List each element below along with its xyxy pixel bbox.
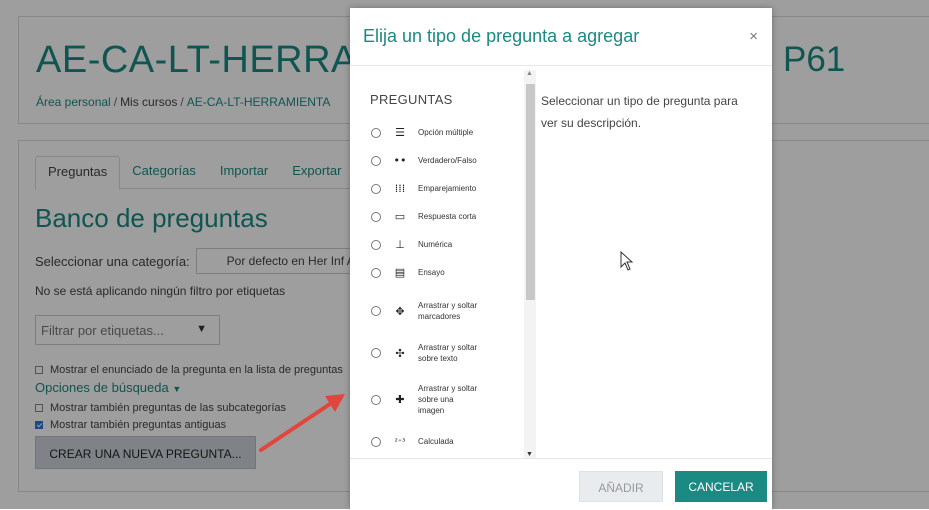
dots-icon: •• — [393, 154, 407, 167]
qtype-multichoice[interactable]: ☰ Opción múltiple — [366, 126, 526, 139]
question-type-dialog: Elija un tipo de pregunta a agregar × PR… — [350, 8, 772, 510]
annotation-arrow-icon — [259, 394, 345, 452]
radio[interactable] — [371, 348, 381, 358]
radio[interactable] — [371, 155, 381, 166]
list-scrollbar[interactable]: ▲ ▼ — [524, 70, 536, 458]
radio[interactable] — [371, 267, 381, 278]
radio[interactable] — [371, 306, 381, 316]
radio[interactable] — [371, 211, 381, 222]
scroll-thumb[interactable] — [526, 84, 535, 300]
qtype-ddwtos[interactable]: ✣ Arrastrar y soltar sobre texto — [366, 342, 526, 364]
qtype-ddimageortext[interactable]: ✚ Arrastrar y soltar sobre una imagen — [366, 383, 526, 416]
type-description: Seleccionar un tipo de pregunta para ver… — [541, 94, 738, 130]
essay-icon: ▤ — [394, 266, 406, 279]
dialog-header: Elija un tipo de pregunta a agregar × — [350, 8, 772, 66]
radio[interactable] — [371, 183, 381, 194]
dialog-title: Elija un tipo de pregunta a agregar — [363, 26, 640, 46]
calculated-icon: ²⁺³ — [394, 437, 406, 446]
qtype-essay[interactable]: ▤ Ensayo — [366, 266, 526, 279]
qtype-ddmarker[interactable]: ✥ Arrastrar y soltar marcadores — [366, 300, 526, 322]
question-type-list: PREGUNTAS ☰ Opción múltiple •• Verdadero… — [366, 70, 538, 458]
close-icon[interactable]: × — [749, 28, 758, 45]
qtype-calculated[interactable]: ²⁺³ Calculada — [366, 436, 526, 447]
radio[interactable] — [371, 394, 381, 405]
scroll-down-icon[interactable]: ▼ — [526, 451, 533, 458]
dialog-footer: AÑADIR CANCELAR — [350, 458, 772, 510]
drag-text-icon: ✣ — [395, 346, 405, 360]
qtype-shortanswer[interactable]: ▭ Respuesta corta — [366, 210, 526, 223]
move-icon: ✥ — [395, 304, 405, 318]
numerical-icon: ⊥ — [395, 238, 405, 251]
list-icon: ☰ — [395, 126, 405, 139]
qtype-numerical[interactable]: ⊥ Numérica — [366, 238, 526, 251]
radio[interactable] — [371, 127, 381, 138]
mouse-cursor-icon — [620, 251, 634, 271]
drag-image-icon: ✚ — [395, 393, 405, 406]
matching-icon: ⁞⁞⁞ — [394, 182, 406, 195]
radio[interactable] — [371, 436, 381, 447]
scroll-up-icon[interactable]: ▲ — [526, 70, 533, 77]
short-answer-icon: ▭ — [394, 210, 406, 223]
radio[interactable] — [371, 239, 381, 250]
cancel-button[interactable]: CANCELAR — [675, 471, 767, 502]
list-heading: PREGUNTAS — [370, 92, 453, 107]
qtype-match[interactable]: ⁞⁞⁞ Emparejamiento — [366, 182, 526, 195]
add-button[interactable]: AÑADIR — [579, 471, 663, 502]
qtype-truefalse[interactable]: •• Verdadero/Falso — [366, 154, 526, 167]
